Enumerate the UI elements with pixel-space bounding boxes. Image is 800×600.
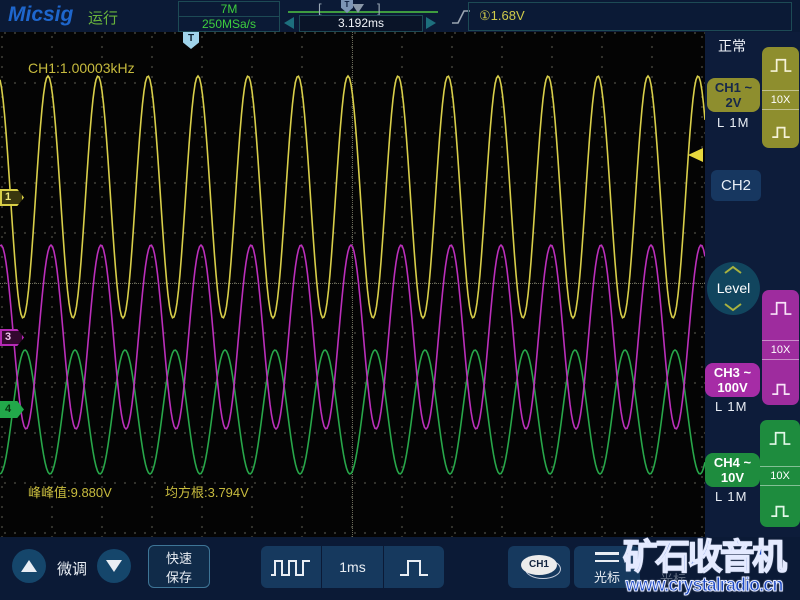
pulse-train-icon bbox=[269, 555, 313, 579]
fine-down-button[interactable] bbox=[97, 549, 131, 583]
triangle-up-icon bbox=[21, 560, 37, 572]
pulse-icon bbox=[769, 503, 791, 519]
timeline-position-icon[interactable] bbox=[352, 4, 364, 13]
triangle-down-icon bbox=[106, 560, 122, 572]
top-bar: Micsig 运行 7M 250MSa/s [ ] T 3.192ms ①1.6… bbox=[0, 0, 800, 32]
right-sidebar: 正常 10X CH1 ~ 2V L 1M CH2 Level 10X CH3 ~… bbox=[705, 32, 800, 537]
sample-rate: 250MSa/s bbox=[179, 17, 279, 31]
ch3-label: CH3 ~ bbox=[714, 365, 751, 380]
trigger-source-button[interactable]: CH1 bbox=[508, 546, 570, 588]
ch4-label: CH4 ~ bbox=[714, 455, 751, 470]
measurement-vpp: 峰峰值:9.880V bbox=[28, 482, 112, 501]
pulse-icon bbox=[768, 55, 794, 75]
ch1-probe-ratio: 10X bbox=[762, 90, 799, 110]
cursor-lines-icon bbox=[595, 552, 619, 562]
pulse-icon bbox=[770, 381, 792, 397]
ch4-scale: 10V bbox=[721, 470, 744, 485]
timebase-group: 1ms bbox=[261, 546, 444, 588]
ch3-scale: 100V bbox=[717, 380, 747, 395]
ch1-probe-panel[interactable]: 10X bbox=[762, 47, 799, 148]
cursor-label: 光标 bbox=[594, 570, 620, 585]
ch1-impedance: L 1M bbox=[717, 115, 749, 130]
level-label: Level bbox=[717, 280, 750, 296]
timebase-faster-button[interactable] bbox=[383, 546, 444, 588]
ch3-impedance: L 1M bbox=[715, 399, 747, 414]
trigger-source-label: CH1 bbox=[521, 555, 557, 575]
oscilloscope-app: Micsig 运行 7M 250MSa/s [ ] T 3.192ms ①1.6… bbox=[0, 0, 800, 600]
ch1-button[interactable]: CH1 ~ 2V bbox=[707, 78, 760, 112]
timeline-bracket-left: [ bbox=[318, 1, 322, 16]
ch2-button[interactable]: CH2 bbox=[711, 170, 761, 201]
timebase-value[interactable]: 1ms bbox=[321, 546, 382, 588]
micsig-logo: Micsig bbox=[8, 3, 73, 27]
ch1-frequency-readout: CH1:1.00003kHz bbox=[28, 60, 135, 76]
ch3-probe-panel[interactable]: 10X bbox=[762, 290, 799, 405]
fine-tune-label: 微调 bbox=[57, 558, 87, 579]
fine-up-button[interactable] bbox=[12, 549, 46, 583]
cursor-ghost-label: 光标 bbox=[660, 569, 686, 588]
run-status: 运行 bbox=[88, 7, 118, 28]
time-left-arrow[interactable] bbox=[284, 17, 294, 29]
ch4-probe-panel[interactable]: 10X bbox=[760, 420, 800, 527]
waveform-svg bbox=[0, 32, 705, 537]
ch1-label: CH1 ~ bbox=[715, 80, 752, 95]
level-button[interactable]: Level bbox=[707, 262, 760, 315]
waveform-display[interactable]: T CH1:1.00003kHz 峰峰值:9.880V 均方根:3.794V 1… bbox=[0, 32, 705, 537]
pulse-icon bbox=[767, 428, 793, 448]
ch1-scale: 2V bbox=[726, 95, 742, 110]
pulse-icon bbox=[397, 555, 431, 579]
ch4-button[interactable]: CH4 ~ 10V bbox=[705, 453, 760, 487]
ch3-probe-ratio: 10X bbox=[762, 340, 799, 360]
trigger-mode-label: 正常 bbox=[718, 36, 746, 56]
ch4-impedance: L 1M bbox=[715, 489, 747, 504]
pulse-icon bbox=[768, 298, 794, 318]
bottom-toolbar: 微调 快速 保存 1ms CH1 光标 光标 bbox=[0, 537, 800, 600]
time-position[interactable]: 3.192ms bbox=[299, 15, 423, 32]
pulse-icon bbox=[770, 124, 792, 140]
chevron-down-icon bbox=[722, 303, 744, 312]
sample-info-box[interactable]: 7M 250MSa/s bbox=[178, 1, 280, 32]
ch3-button[interactable]: CH3 ~ 100V bbox=[705, 363, 760, 397]
memory-depth: 7M bbox=[179, 2, 279, 17]
cursor-button[interactable]: 光标 bbox=[574, 546, 640, 588]
time-right-arrow[interactable] bbox=[426, 17, 436, 29]
ch4-probe-ratio: 10X bbox=[760, 466, 800, 486]
quick-save-button[interactable]: 快速 保存 bbox=[148, 545, 210, 588]
chevron-up-icon bbox=[722, 265, 744, 274]
timeline-bracket-right: ] bbox=[377, 1, 381, 16]
timebase-slower-button[interactable] bbox=[261, 546, 321, 588]
measurement-rms: 均方根:3.794V bbox=[165, 482, 249, 501]
trigger-info-box[interactable]: ①1.68V bbox=[468, 2, 792, 31]
trigger-level-value: ①1.68V bbox=[479, 8, 525, 24]
